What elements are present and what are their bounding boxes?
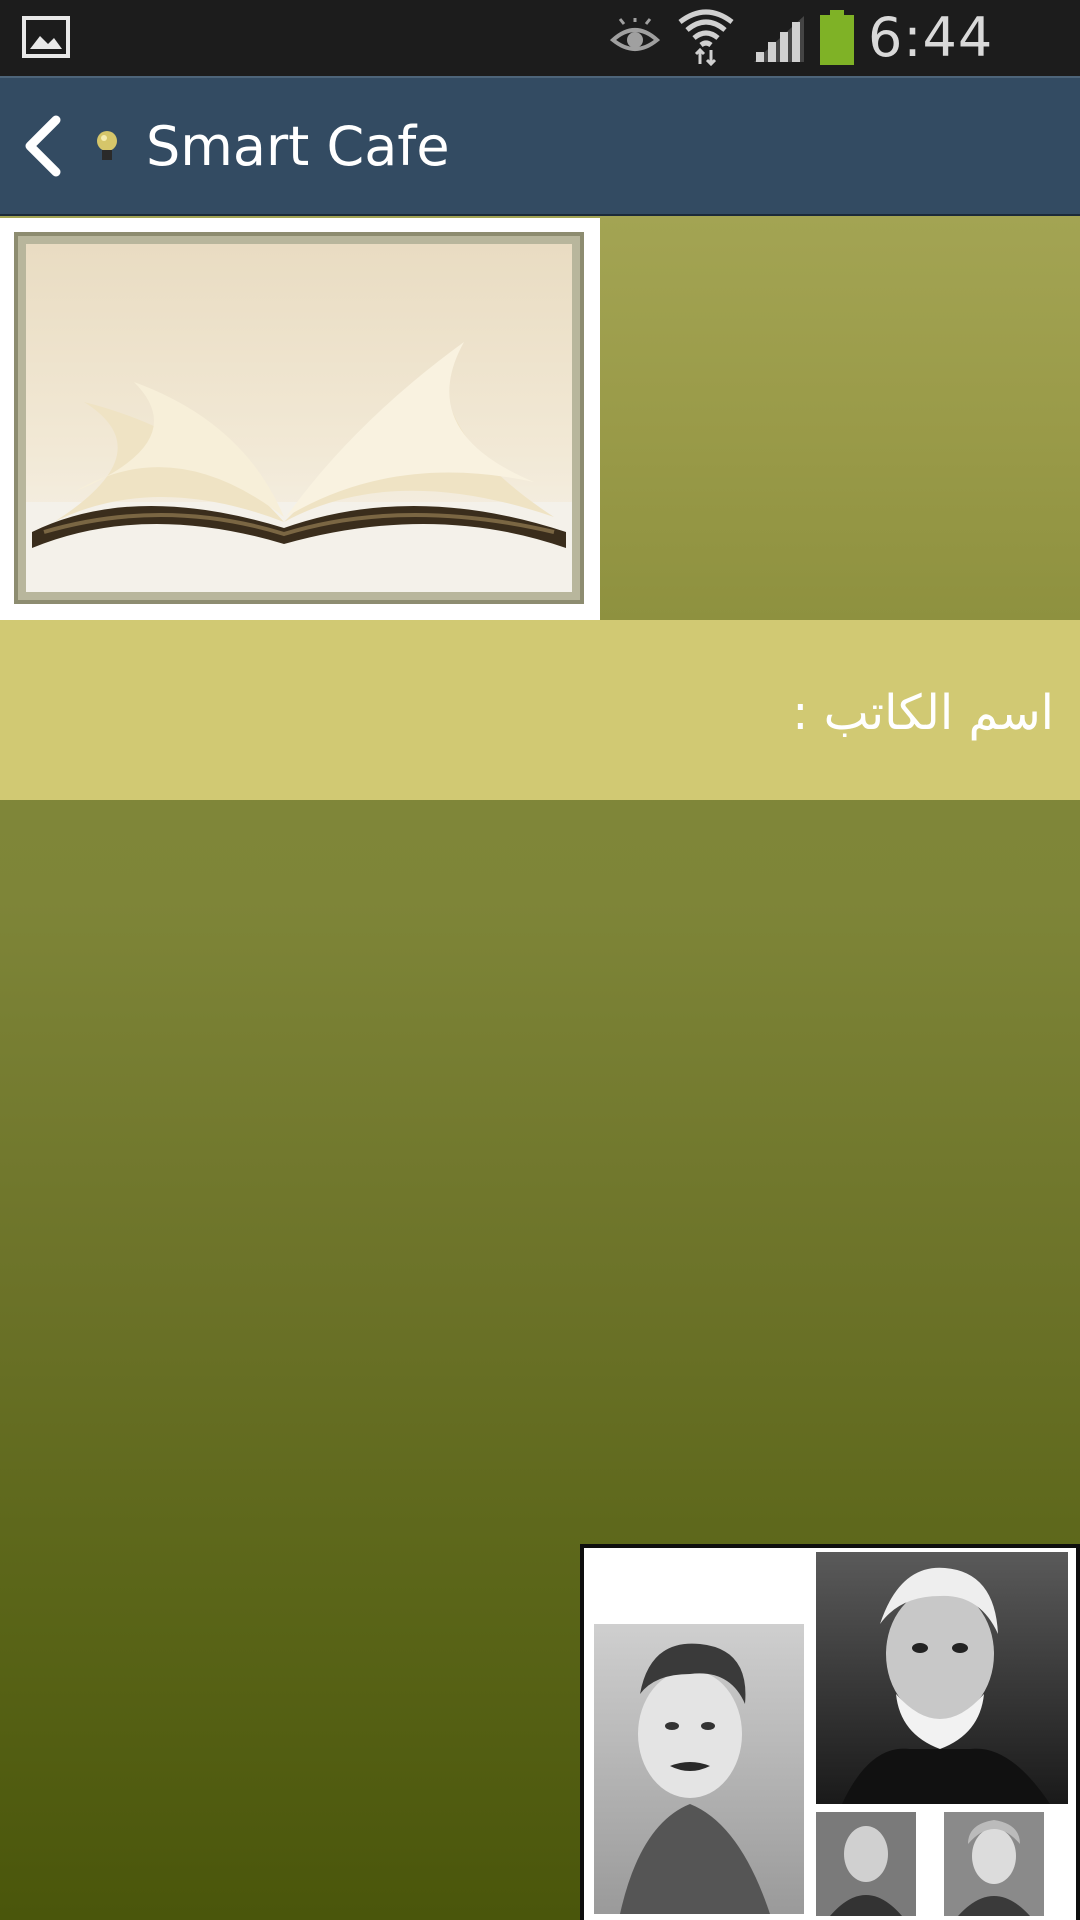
eye-icon xyxy=(610,18,660,51)
status-time: 6:44 PM xyxy=(868,6,994,133)
signal-icon xyxy=(754,16,804,62)
back-arrow-icon[interactable] xyxy=(22,114,66,178)
battery-icon xyxy=(820,10,854,65)
lightbulb-app-icon xyxy=(97,131,117,160)
author-name-label: اسم الكاتب : xyxy=(792,685,1054,741)
open-book-image xyxy=(14,232,584,604)
book-image-frame xyxy=(0,218,600,620)
action-bar: Smart Cafe xyxy=(0,76,1080,216)
wifi-icon xyxy=(678,9,734,66)
writers-collage xyxy=(580,1544,1080,1920)
writers-collage-image xyxy=(580,1544,1080,1920)
author-name-row: اسم الكاتب : xyxy=(0,620,1080,800)
gallery-icon xyxy=(22,16,70,58)
status-bar: 6:44 PM xyxy=(0,0,1080,133)
app-title: Smart Cafe xyxy=(146,115,450,178)
